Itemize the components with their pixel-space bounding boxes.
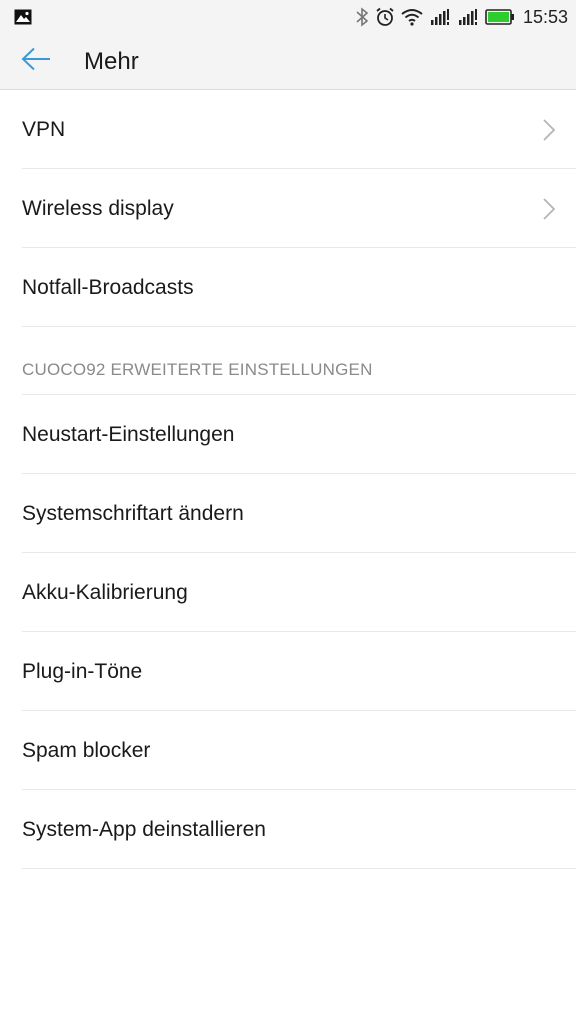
setting-label: Akku-Kalibrierung [22,580,188,604]
wifi-icon [401,8,423,26]
back-arrow-icon [21,47,51,76]
setting-item-vpn[interactable]: VPN [0,90,576,169]
setting-label: VPN [22,117,66,141]
status-time: 15:53 [522,6,568,27]
section-header: CUOCO92 ERWEITERTE EINSTELLUNGEN [0,327,576,395]
setting-item-plug-in-toene[interactable]: Plug-in-Töne [0,632,576,711]
signal-sim1-icon [429,8,451,26]
setting-label: Neustart-Einstellungen [22,422,235,446]
chevron-right-icon [542,118,556,142]
setting-item-wireless-display[interactable]: Wireless display [0,169,576,248]
setting-item-neustart-einstellungen[interactable]: Neustart-Einstellungen [0,395,576,474]
bluetooth-icon [355,7,369,27]
setting-label: Wireless display [22,196,174,220]
app-header: Mehr [0,34,576,90]
image-notification-icon [14,9,32,25]
setting-label: Systemschriftart ändern [22,501,244,525]
chevron-right-icon [542,197,556,221]
setting-item-akku-kalibrierung[interactable]: Akku-Kalibrierung [0,553,576,632]
setting-item-notfall-broadcasts[interactable]: Notfall-Broadcasts [0,248,576,327]
setting-item-spam-blocker[interactable]: Spam blocker [0,711,576,790]
setting-label: Plug-in-Töne [22,659,143,683]
status-right: 15:53 [355,7,568,28]
page-title: Mehr [84,47,139,75]
battery-icon [485,9,515,25]
status-left [14,9,32,25]
setting-item-system-app-deinstallieren[interactable]: System-App deinstallieren [0,790,576,869]
setting-label: System-App deinstallieren [22,817,266,841]
alarm-icon [375,7,395,27]
setting-label: Notfall-Broadcasts [22,275,194,299]
section-title: CUOCO92 ERWEITERTE EINSTELLUNGEN [22,360,373,379]
setting-label: Spam blocker [22,738,151,762]
setting-item-systemschriftart[interactable]: Systemschriftart ändern [0,474,576,553]
status-bar: 15:53 [0,0,576,34]
back-button[interactable] [0,34,72,90]
settings-screen: 15:53 Mehr VPN Wireless display Notfall-… [0,0,576,1024]
signal-sim2-icon [457,8,479,26]
settings-list: VPN Wireless display Notfall-Broadcasts … [0,90,576,869]
